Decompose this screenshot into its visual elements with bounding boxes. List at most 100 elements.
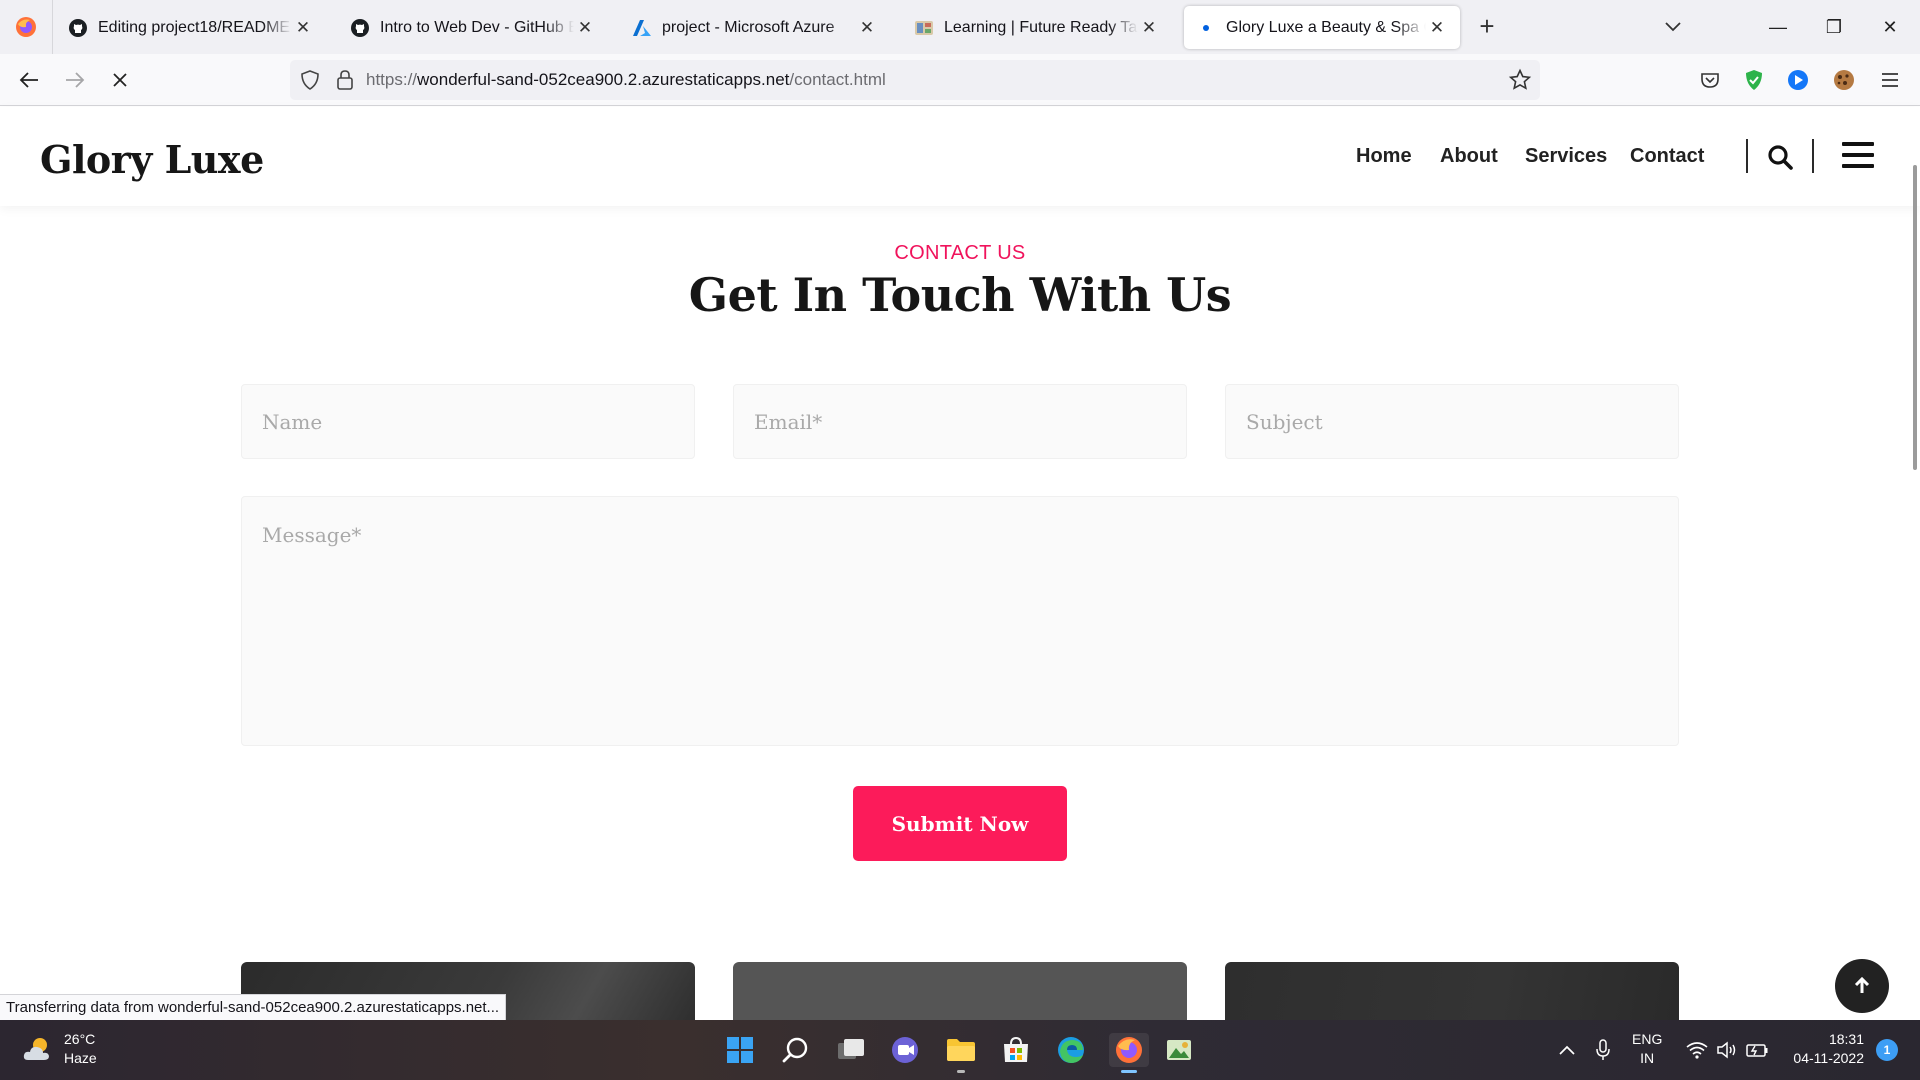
address-bar[interactable]: https://wonderful-sand-052cea900.2.azure… bbox=[290, 60, 1540, 100]
close-window-button[interactable]: ✕ bbox=[1862, 0, 1918, 54]
file-explorer-button[interactable] bbox=[944, 1033, 978, 1073]
tab-intro-web-dev[interactable]: Intro to Web Dev - GitHub Educa ✕ bbox=[338, 6, 608, 49]
email-input[interactable] bbox=[733, 384, 1187, 459]
tab-close-icon[interactable]: ✕ bbox=[292, 18, 314, 38]
ms-store-button[interactable] bbox=[999, 1033, 1033, 1067]
browser-tab-strip: Editing project18/README.md at ✕ Intro t… bbox=[0, 0, 1920, 54]
url-scheme: https:// bbox=[366, 70, 418, 89]
nav-link-services[interactable]: Services bbox=[1525, 145, 1607, 168]
cookie-extension-button[interactable] bbox=[1832, 68, 1856, 92]
site-logo[interactable]: Glory Luxe bbox=[40, 137, 264, 182]
lock-icon[interactable] bbox=[334, 68, 356, 92]
hamburger-menu-icon bbox=[1882, 73, 1898, 87]
list-all-tabs-button[interactable] bbox=[1658, 12, 1688, 42]
wifi-icon bbox=[1686, 1042, 1708, 1059]
shield-extension-button[interactable] bbox=[1742, 68, 1766, 92]
search-icon[interactable] bbox=[1767, 144, 1793, 170]
system-clock[interactable]: 18:31 04-11-2022 bbox=[1784, 1030, 1864, 1068]
loading-dot-icon bbox=[1196, 18, 1216, 38]
nav-link-about[interactable]: About bbox=[1440, 145, 1498, 168]
arrow-up-icon bbox=[1854, 977, 1870, 993]
arrow-right-icon bbox=[66, 72, 85, 88]
video-extension-button[interactable] bbox=[1786, 68, 1810, 92]
new-tab-button[interactable]: + bbox=[1472, 12, 1502, 42]
image-app-button[interactable] bbox=[1162, 1033, 1196, 1067]
pocket-button[interactable] bbox=[1698, 68, 1722, 92]
tab-close-icon[interactable]: ✕ bbox=[1426, 18, 1448, 38]
nav-link-contact[interactable]: Contact bbox=[1630, 145, 1704, 168]
partly-cloudy-icon bbox=[23, 1038, 49, 1060]
firefox-view-button[interactable] bbox=[0, 0, 53, 54]
task-view-button[interactable] bbox=[834, 1033, 868, 1067]
stop-loading-button[interactable] bbox=[102, 62, 138, 98]
teams-chat-button[interactable] bbox=[889, 1033, 923, 1067]
page-scrollbar[interactable] bbox=[1913, 165, 1917, 470]
start-button[interactable] bbox=[723, 1033, 757, 1067]
submit-button[interactable]: Submit Now bbox=[853, 786, 1067, 861]
windows-logo-icon bbox=[727, 1037, 753, 1063]
hamburger-bar bbox=[1842, 164, 1874, 168]
adblock-shield-icon bbox=[1746, 70, 1762, 90]
url-host: wonderful-sand-052cea900.2.azurestaticap… bbox=[417, 70, 790, 89]
tab-azure[interactable]: project - Microsoft Azure ✕ bbox=[620, 6, 890, 49]
minimize-button[interactable]: — bbox=[1750, 0, 1806, 54]
url-path: /contact.html bbox=[789, 70, 886, 89]
tab-label: Intro to Web Dev - GitHub Educa bbox=[380, 18, 574, 36]
volume-button[interactable] bbox=[1714, 1038, 1740, 1062]
taskbar-search-button[interactable] bbox=[778, 1033, 812, 1067]
store-icon bbox=[1004, 1036, 1028, 1062]
bookmark-star-icon[interactable] bbox=[1508, 68, 1532, 92]
video-chat-icon bbox=[892, 1037, 918, 1063]
firefox-taskbar-button[interactable] bbox=[1109, 1033, 1149, 1073]
cookie-icon bbox=[1834, 70, 1854, 90]
hamburger-bar bbox=[1842, 153, 1874, 157]
tab-close-icon[interactable]: ✕ bbox=[574, 18, 596, 38]
clock-date: 04-11-2022 bbox=[1793, 1050, 1864, 1066]
subject-input[interactable] bbox=[1225, 384, 1679, 459]
tab-close-icon[interactable]: ✕ bbox=[856, 18, 878, 38]
battery-button[interactable] bbox=[1744, 1038, 1770, 1062]
folder-icon bbox=[947, 1039, 975, 1061]
shield-icon[interactable] bbox=[298, 68, 322, 92]
app-menu-button[interactable] bbox=[1878, 68, 1902, 92]
wifi-button[interactable] bbox=[1684, 1038, 1710, 1062]
microphone-icon bbox=[1596, 1039, 1610, 1060]
microphone-button[interactable] bbox=[1590, 1038, 1616, 1062]
notification-badge[interactable]: 1 bbox=[1876, 1039, 1898, 1061]
weather-widget[interactable]: 26°C Haze bbox=[22, 1030, 97, 1068]
info-card-image bbox=[733, 962, 1187, 1022]
video-extension-icon bbox=[1788, 70, 1808, 90]
language-indicator[interactable]: ENG IN bbox=[1632, 1030, 1662, 1068]
battery-icon bbox=[1746, 1044, 1768, 1057]
message-textarea[interactable] bbox=[241, 496, 1679, 746]
section-eyebrow: CONTACT US bbox=[894, 242, 1026, 264]
show-hidden-icons-button[interactable] bbox=[1554, 1038, 1580, 1062]
running-indicator bbox=[957, 1070, 965, 1073]
scroll-to-top-button[interactable] bbox=[1835, 959, 1889, 1013]
hamburger-bar bbox=[1842, 142, 1874, 146]
back-button[interactable] bbox=[11, 62, 47, 98]
forward-button[interactable] bbox=[57, 62, 93, 98]
tab-close-icon[interactable]: ✕ bbox=[1138, 18, 1160, 38]
site-menu-toggle[interactable] bbox=[1842, 142, 1874, 170]
name-input[interactable] bbox=[241, 384, 695, 459]
chevron-up-icon bbox=[1559, 1045, 1575, 1055]
url-text[interactable]: https://wonderful-sand-052cea900.2.azure… bbox=[366, 70, 886, 90]
learning-icon bbox=[914, 18, 934, 38]
nav-link-home[interactable]: Home bbox=[1356, 145, 1412, 168]
restore-button[interactable]: ❐ bbox=[1806, 0, 1862, 54]
github-icon bbox=[350, 18, 370, 38]
tab-label: Glory Luxe a Beauty & Spa Catego bbox=[1226, 18, 1426, 36]
region-code: IN bbox=[1640, 1050, 1655, 1066]
tab-learning[interactable]: Learning | Future Ready Talent ✕ bbox=[902, 6, 1172, 49]
browser-nav-bar: https://wonderful-sand-052cea900.2.azure… bbox=[0, 54, 1920, 106]
tab-readme[interactable]: Editing project18/README.md at ✕ bbox=[56, 6, 326, 49]
header-divider bbox=[1746, 139, 1748, 173]
edge-button[interactable] bbox=[1054, 1033, 1088, 1067]
tab-glory-luxe[interactable]: Glory Luxe a Beauty & Spa Catego ✕ bbox=[1184, 6, 1460, 49]
github-icon bbox=[68, 18, 88, 38]
language-code: ENG bbox=[1632, 1031, 1663, 1047]
close-icon bbox=[113, 73, 127, 87]
arrow-left-icon bbox=[19, 72, 38, 88]
weather-temp: 26°C bbox=[64, 1031, 96, 1047]
